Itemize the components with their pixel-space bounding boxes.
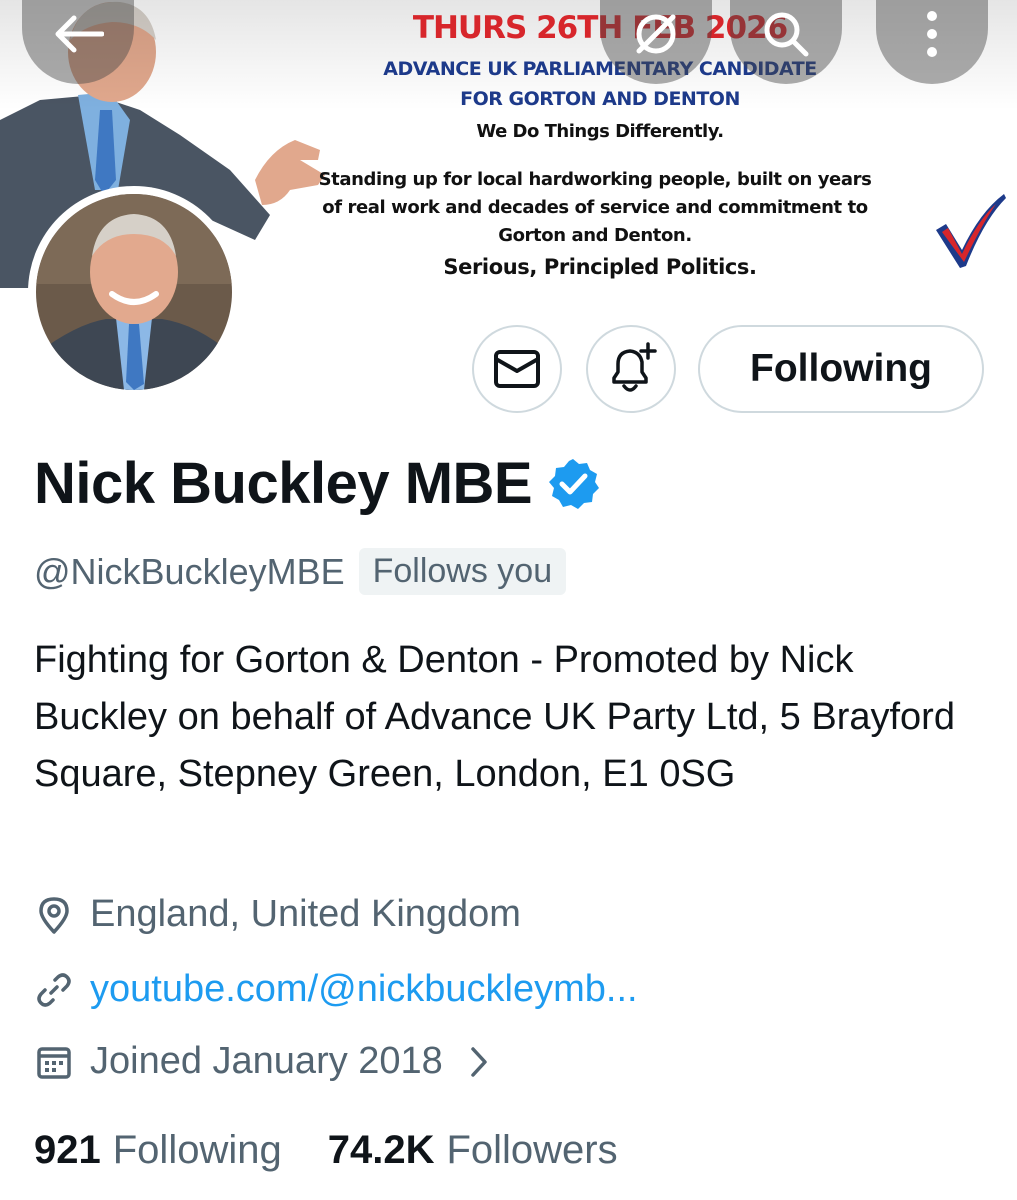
follows-you-badge: Follows you	[358, 548, 567, 595]
follow-stats: 921 Following 74.2K Followers	[34, 1128, 618, 1173]
followers-count: 74.2K	[327, 1128, 435, 1172]
banner-motto: We Do Things Differently.	[476, 121, 724, 142]
notifications-button[interactable]	[586, 325, 676, 413]
following-button[interactable]: Following	[698, 325, 984, 413]
location-pin-icon	[39, 896, 69, 934]
following-stat-label: Following	[112, 1128, 282, 1172]
calendar-icon	[37, 1046, 71, 1079]
display-name: Nick Buckley MBE	[34, 451, 533, 516]
location-text: England, United Kingdom	[90, 893, 521, 935]
banner-tagline: Serious, Principled Politics.	[443, 255, 757, 279]
following-stat[interactable]: 921 Following	[34, 1128, 282, 1173]
link-icon	[37, 972, 71, 1007]
message-button[interactable]	[472, 325, 562, 413]
website-link[interactable]: youtube.com/@nickbuckleymb...	[90, 968, 638, 1011]
handle-row: @NickBuckleyMBE Follows you	[34, 548, 567, 595]
avatar-photo	[36, 194, 232, 390]
avatar[interactable]	[28, 186, 240, 398]
following-count: 921	[34, 1128, 101, 1172]
joined-row[interactable]: Joined January 2018	[34, 1040, 489, 1083]
verified-badge-icon[interactable]	[546, 457, 600, 511]
grok-icon	[636, 14, 676, 54]
chevron-right-icon	[471, 1046, 487, 1077]
user-handle: @NickBuckleyMBE	[34, 550, 345, 592]
followers-stat[interactable]: 74.2K Followers	[328, 1128, 618, 1173]
party-checkmark-logo	[936, 194, 1006, 268]
search-icon	[764, 12, 809, 57]
mail-icon	[494, 350, 540, 388]
banner-description: Standing up for local hardworking people…	[318, 169, 872, 246]
display-name-row: Nick Buckley MBE	[34, 450, 600, 517]
bell-plus-icon	[612, 342, 657, 392]
more-vertical-icon	[927, 11, 937, 57]
joined-text: Joined January 2018	[90, 1040, 443, 1082]
followers-stat-label: Followers	[446, 1128, 618, 1172]
profile-bio: Fighting for Gorton & Denton - Promoted …	[34, 639, 955, 795]
location-row: England, United Kingdom	[34, 893, 521, 936]
back-arrow-icon	[55, 15, 104, 53]
banner-constituency-line: FOR GORTON AND DENTON	[460, 88, 740, 110]
website-row: youtube.com/@nickbuckleymb...	[34, 968, 638, 1011]
